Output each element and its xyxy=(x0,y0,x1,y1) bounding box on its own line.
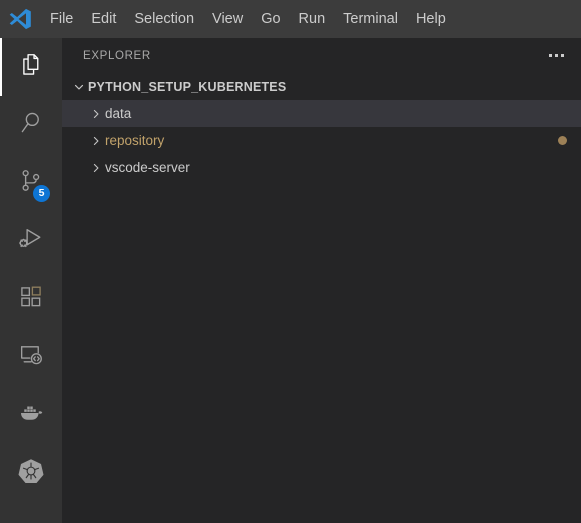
title-bar: File Edit Selection View Go Run Terminal… xyxy=(0,0,581,38)
tree-row-data[interactable]: data xyxy=(62,100,581,127)
git-modified-dot-icon xyxy=(558,136,567,145)
explorer-sidebar: EXPLORER PYTHON_SETUP_KUBERNETES data re… xyxy=(62,38,581,523)
tree-row-repository[interactable]: repository xyxy=(62,127,581,154)
chevron-right-icon[interactable] xyxy=(87,132,105,150)
activity-item-run-and-debug[interactable] xyxy=(0,212,62,270)
tree-row-root-folder[interactable]: PYTHON_SETUP_KUBERNETES xyxy=(62,73,581,100)
tree-item-label-vscode-server: vscode-server xyxy=(105,160,190,175)
explorer-header: EXPLORER xyxy=(62,38,581,73)
menu-item-go[interactable]: Go xyxy=(252,0,289,38)
menu-item-selection[interactable]: Selection xyxy=(125,0,203,38)
search-icon xyxy=(17,109,45,142)
menu-item-view[interactable]: View xyxy=(203,0,252,38)
docker-whale-icon xyxy=(16,398,46,433)
run-and-debug-icon xyxy=(16,224,46,259)
tree-item-label-repository: repository xyxy=(105,133,165,148)
kubernetes-helm-icon xyxy=(16,456,46,491)
activity-item-docker[interactable] xyxy=(0,386,62,444)
chevron-down-icon[interactable] xyxy=(70,78,88,96)
activity-bar: 5 xyxy=(0,38,62,523)
activity-item-kubernetes[interactable] xyxy=(0,444,62,502)
explorer-title: EXPLORER xyxy=(83,49,151,62)
vscode-logo-icon xyxy=(7,6,33,32)
menu-item-help[interactable]: Help xyxy=(407,0,455,38)
tree-item-label-data: data xyxy=(105,106,132,121)
activity-item-explorer[interactable] xyxy=(0,38,62,96)
activity-item-search[interactable] xyxy=(0,96,62,154)
extensions-icon xyxy=(17,283,45,316)
file-tree: PYTHON_SETUP_KUBERNETES data repository … xyxy=(62,73,581,181)
activity-item-source-control[interactable]: 5 xyxy=(0,154,62,212)
explorer-more-actions-button[interactable] xyxy=(545,45,567,67)
workbench-body: 5 EXPLORER PYTHON_SETUP_KUBERNETES data … xyxy=(0,38,581,523)
menu-item-edit[interactable]: Edit xyxy=(82,0,125,38)
activity-item-extensions[interactable] xyxy=(0,270,62,328)
chevron-right-icon[interactable] xyxy=(87,105,105,123)
chevron-right-icon[interactable] xyxy=(87,159,105,177)
menu-bar: File Edit Selection View Go Run Terminal… xyxy=(41,0,455,38)
files-icon xyxy=(17,51,45,84)
menu-item-run[interactable]: Run xyxy=(290,0,335,38)
menu-item-file[interactable]: File xyxy=(41,0,82,38)
source-control-badge: 5 xyxy=(33,185,50,202)
menu-item-terminal[interactable]: Terminal xyxy=(334,0,407,38)
activity-item-remote-explorer[interactable] xyxy=(0,328,62,386)
tree-row-vscode-server[interactable]: vscode-server xyxy=(62,154,581,181)
root-folder-label: PYTHON_SETUP_KUBERNETES xyxy=(88,79,287,94)
ellipsis-icon xyxy=(548,54,564,57)
remote-explorer-icon xyxy=(17,341,45,374)
